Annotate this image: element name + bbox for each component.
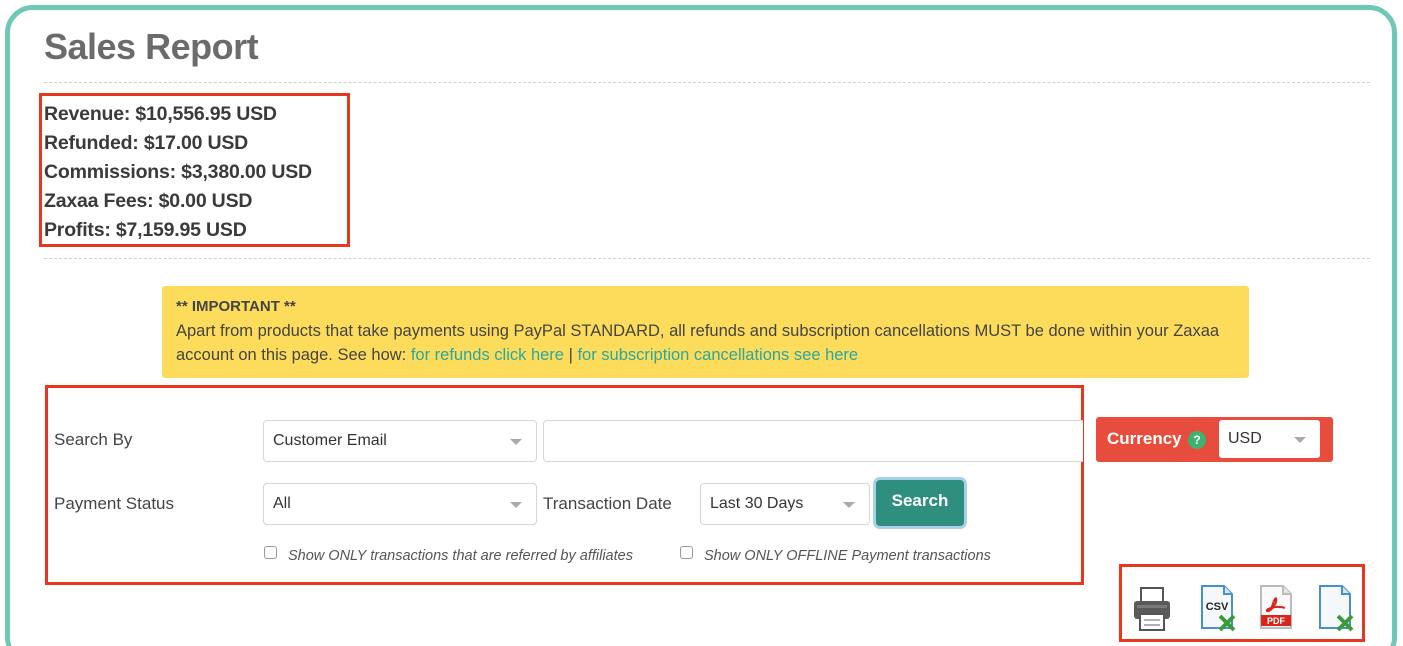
cancellations-help-link[interactable]: for subscription cancellations see here [577,346,858,364]
currency-selector: Currency ? USD [1096,417,1333,462]
link-separator: | [563,346,578,364]
chevron-down-icon [843,502,855,508]
csv-export-icon[interactable]: CSV [1198,584,1238,632]
refunded-total: Refunded: $17.00 USD [44,132,249,154]
help-icon[interactable]: ? [1188,431,1206,449]
transaction-date-value: Last 30 Days [710,495,804,512]
important-notice: ** IMPORTANT ** Apart from products that… [162,286,1249,378]
search-text-input[interactable] [543,420,1083,462]
currency-label: Currency [1107,429,1182,448]
profits-total: Profits: $7,159.95 USD [44,219,247,241]
search-by-select[interactable]: Customer Email [263,420,537,462]
transaction-date-select[interactable]: Last 30 Days [700,483,870,525]
affiliate-only-checkbox[interactable] [264,546,277,559]
excel-export-icon[interactable] [1316,584,1356,632]
search-by-label: Search By [54,430,133,449]
divider [44,82,1370,83]
payment-status-value: All [273,495,291,512]
payment-status-select[interactable]: All [263,483,537,525]
currency-select[interactable]: USD [1219,420,1320,458]
refunds-help-link[interactable]: for refunds click here [411,346,564,364]
search-button[interactable]: Search [876,480,964,526]
affiliate-only-label: Show ONLY transactions that are referred… [288,548,633,564]
sales-summary: Revenue: $10,556.95 USD Refunded: $17.00… [44,100,312,245]
transaction-date-label: Transaction Date [543,494,672,513]
pdf-export-icon[interactable]: PDF [1257,584,1297,632]
commissions-total: Commissions: $3,380.00 USD [44,161,312,183]
offline-only-label: Show ONLY OFFLINE Payment transactions [704,548,991,564]
notice-heading: ** IMPORTANT ** [176,298,296,315]
offline-only-checkbox[interactable] [680,546,693,559]
chevron-down-icon [510,502,522,508]
pdf-label: PDF [1267,616,1286,626]
chevron-down-icon [510,439,522,445]
revenue-total: Revenue: $10,556.95 USD [44,103,277,125]
payment-status-label: Payment Status [54,494,175,513]
search-by-value: Customer Email [273,432,387,449]
csv-label: CSV [1206,601,1229,613]
divider [44,258,1370,259]
chevron-down-icon [1294,437,1306,443]
notice-body: Apart from products that take payments u… [176,319,1235,367]
fees-total: Zaxaa Fees: $0.00 USD [44,190,253,212]
currency-value: USD [1228,430,1262,447]
printer-icon[interactable] [1132,586,1172,632]
page-title: Sales Report [44,26,259,67]
